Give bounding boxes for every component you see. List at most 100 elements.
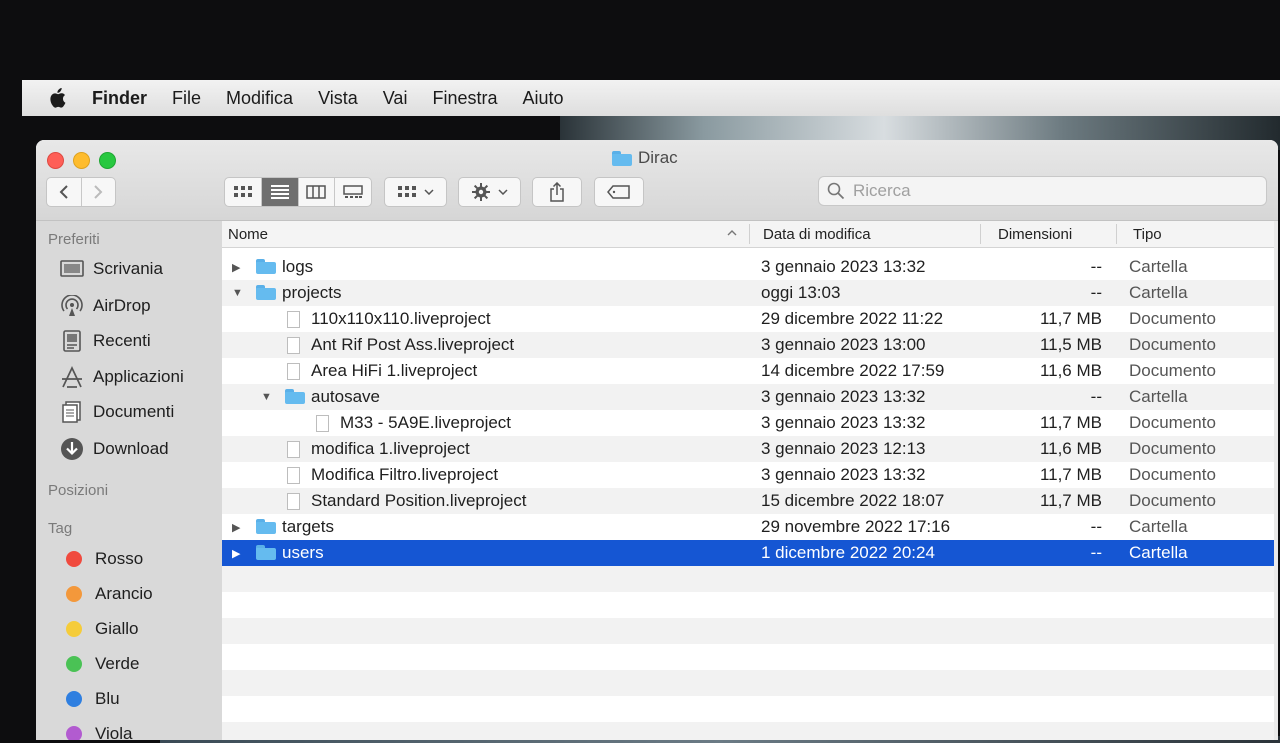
column-separator[interactable] <box>749 224 750 244</box>
sidebar-tag-blu[interactable]: Blu <box>60 689 120 709</box>
column-header-date[interactable]: Data di modifica <box>763 226 871 243</box>
folder-icon <box>256 285 276 305</box>
columns-icon <box>306 185 327 199</box>
vertical-scrollbar[interactable] <box>1274 221 1278 740</box>
column-header-name[interactable]: Nome <box>228 226 268 243</box>
close-button[interactable] <box>47 152 64 169</box>
file-name: logs <box>282 257 314 276</box>
file-size: -- <box>1090 517 1102 536</box>
sidebar-tag-giallo[interactable]: Giallo <box>60 619 138 639</box>
window-title: Dirac <box>612 148 678 168</box>
file-row-users[interactable]: ▶ users 1 dicembre 2022 20:24 -- Cartell… <box>222 540 1274 566</box>
search-field[interactable] <box>818 176 1267 206</box>
file-row-logs[interactable]: ▶ logs 3 gennaio 2023 13:32 -- Cartella <box>222 254 1274 280</box>
disclosure-triangle-icon[interactable]: ▶ <box>232 261 240 274</box>
menu-file[interactable]: File <box>172 88 201 109</box>
sidebar-item-documenti[interactable]: Documenti <box>60 401 174 423</box>
file-date: 14 dicembre 2022 17:59 <box>761 361 945 380</box>
file-row[interactable]: Ant Rif Post Ass.liveproject 3 gennaio 2… <box>222 332 1274 358</box>
column-header-kind[interactable]: Tipo <box>1133 226 1162 243</box>
chevron-up-icon <box>727 230 737 236</box>
file-date: 1 dicembre 2022 20:24 <box>761 543 935 562</box>
group-by-button[interactable] <box>384 177 447 207</box>
sidebar-tag-viola[interactable]: Viola <box>60 724 133 740</box>
grid-icon <box>397 186 416 197</box>
file-date: 3 gennaio 2023 13:32 <box>761 257 926 276</box>
file-name: modifica 1.liveproject <box>311 439 470 458</box>
sidebar-tag-rosso[interactable]: Rosso <box>60 549 143 569</box>
action-button[interactable] <box>458 177 521 207</box>
file-kind: Cartella <box>1129 283 1188 302</box>
menu-finder[interactable]: Finder <box>92 88 147 109</box>
menu-vista[interactable]: Vista <box>318 88 358 109</box>
document-icon <box>287 311 300 333</box>
file-name: M33 - 5A9E.liveproject <box>340 413 512 432</box>
folder-icon <box>256 545 276 565</box>
sidebar-item-label: Rosso <box>95 549 144 568</box>
file-kind: Documento <box>1129 361 1216 380</box>
file-row[interactable]: modifica 1.liveproject 3 gennaio 2023 12… <box>222 436 1274 462</box>
file-date: 3 gennaio 2023 13:32 <box>761 387 926 406</box>
file-size: 11,7 MB <box>1039 491 1102 510</box>
sidebar-item-airdrop[interactable]: AirDrop <box>60 295 151 317</box>
file-row[interactable]: Area HiFi 1.liveproject 14 dicembre 2022… <box>222 358 1274 384</box>
window-title-text: Dirac <box>638 148 678 167</box>
file-kind: Documento <box>1129 491 1216 510</box>
tag-color-dot <box>66 691 82 707</box>
folder-icon <box>256 519 276 539</box>
file-row[interactable]: M33 - 5A9E.liveproject 3 gennaio 2023 13… <box>222 410 1274 436</box>
column-view-button[interactable] <box>299 178 336 206</box>
gallery-icon <box>343 185 363 198</box>
document-icon <box>287 467 300 489</box>
airdrop-icon <box>61 295 83 316</box>
disclosure-triangle-open-icon[interactable]: ▼ <box>261 391 272 403</box>
column-header-size[interactable]: Dimensioni <box>998 226 1072 243</box>
column-header: Nome Data di modifica Dimensioni Tipo <box>222 221 1278 248</box>
file-row-projects[interactable]: ▼ projects oggi 13:03 -- Cartella <box>222 280 1274 306</box>
documents-icon <box>62 401 81 423</box>
sidebar-tag-verde[interactable]: Verde <box>60 654 139 674</box>
sidebar-item-label: Documenti <box>93 402 175 421</box>
disclosure-triangle-icon[interactable]: ▶ <box>232 521 240 534</box>
file-row[interactable]: Standard Position.liveproject 15 dicembr… <box>222 488 1274 514</box>
zoom-button[interactable] <box>99 152 116 169</box>
list-view-button[interactable] <box>261 178 299 206</box>
tag-button[interactable] <box>594 177 644 207</box>
file-name: Ant Rif Post Ass.liveproject <box>311 335 515 354</box>
sidebar-item-scrivania[interactable]: Scrivania <box>60 259 163 279</box>
chevron-right-icon <box>94 185 103 199</box>
file-row-targets[interactable]: ▶ targets 29 novembre 2022 17:16 -- Cart… <box>222 514 1274 540</box>
column-separator[interactable] <box>980 224 981 244</box>
file-row[interactable]: 110x110x110.liveproject 29 dicembre 2022… <box>222 306 1274 332</box>
sidebar-item-recenti[interactable]: Recenti <box>60 330 151 352</box>
menu-aiuto[interactable]: Aiuto <box>522 88 563 109</box>
sidebar-item-download[interactable]: Download <box>60 437 169 461</box>
tag-icon <box>607 185 630 199</box>
empty-row <box>222 722 1274 740</box>
back-button[interactable] <box>47 178 82 206</box>
view-mode-selector <box>224 177 372 207</box>
gallery-view-button[interactable] <box>335 178 371 206</box>
file-row-autosave[interactable]: ▼ autosave 3 gennaio 2023 13:32 -- Carte… <box>222 384 1274 410</box>
search-input[interactable] <box>851 180 1235 202</box>
sidebar-item-applicazioni[interactable]: Applicazioni <box>60 366 184 388</box>
grid-icon <box>233 186 252 197</box>
forward-button[interactable] <box>82 178 116 206</box>
icon-view-button[interactable] <box>225 178 262 206</box>
sidebar-tag-arancio[interactable]: Arancio <box>60 584 153 604</box>
file-row[interactable]: Modifica Filtro.liveproject 3 gennaio 20… <box>222 462 1274 488</box>
disclosure-triangle-icon[interactable]: ▶ <box>232 547 240 560</box>
file-name: projects <box>282 283 342 302</box>
minimize-button[interactable] <box>73 152 90 169</box>
file-date: 15 dicembre 2022 18:07 <box>761 491 945 510</box>
share-button[interactable] <box>532 177 582 207</box>
menu-vai[interactable]: Vai <box>383 88 408 109</box>
apple-icon[interactable] <box>48 88 66 108</box>
file-size: 11,7 MB <box>1039 413 1102 432</box>
file-kind: Cartella <box>1129 543 1188 562</box>
disclosure-triangle-open-icon[interactable]: ▼ <box>232 287 243 299</box>
menu-modifica[interactable]: Modifica <box>226 88 293 109</box>
menu-finestra[interactable]: Finestra <box>432 88 497 109</box>
column-separator[interactable] <box>1116 224 1117 244</box>
file-kind: Cartella <box>1129 387 1188 406</box>
